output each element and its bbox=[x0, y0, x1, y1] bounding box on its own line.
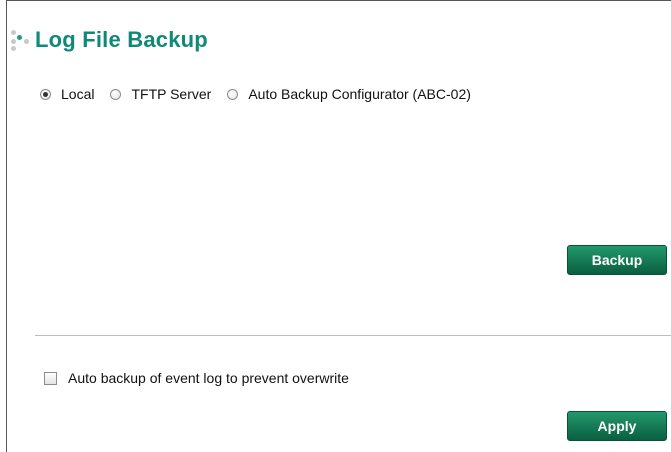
auto-backup-option: Auto backup of event log to prevent over… bbox=[44, 370, 349, 386]
dots-bullet-icon bbox=[10, 28, 32, 52]
radio-tftp-server[interactable] bbox=[110, 88, 122, 100]
radio-option-abc[interactable]: Auto Backup Configurator (ABC-02) bbox=[227, 86, 471, 102]
radio-abc[interactable] bbox=[227, 88, 239, 100]
radio-option-local[interactable]: Local bbox=[40, 86, 94, 102]
radio-option-tftp[interactable]: TFTP Server bbox=[110, 86, 211, 102]
frame-left-border bbox=[6, 0, 7, 452]
radio-local-label: Local bbox=[61, 86, 95, 102]
radio-local[interactable] bbox=[40, 88, 51, 100]
page-header: Log File Backup bbox=[10, 25, 208, 55]
auto-backup-label: Auto backup of event log to prevent over… bbox=[68, 370, 349, 386]
backup-button[interactable]: Backup bbox=[567, 245, 667, 275]
auto-backup-checkbox[interactable] bbox=[44, 371, 57, 385]
section-divider bbox=[35, 335, 671, 336]
backup-target-group: Local TFTP Server Auto Backup Configurat… bbox=[40, 86, 487, 102]
apply-button[interactable]: Apply bbox=[567, 411, 667, 441]
radio-tftp-label: TFTP Server bbox=[131, 86, 212, 102]
page-title: Log File Backup bbox=[35, 27, 208, 52]
radio-abc-label: Auto Backup Configurator (ABC-02) bbox=[248, 86, 471, 102]
frame-top-border bbox=[6, 0, 671, 1]
